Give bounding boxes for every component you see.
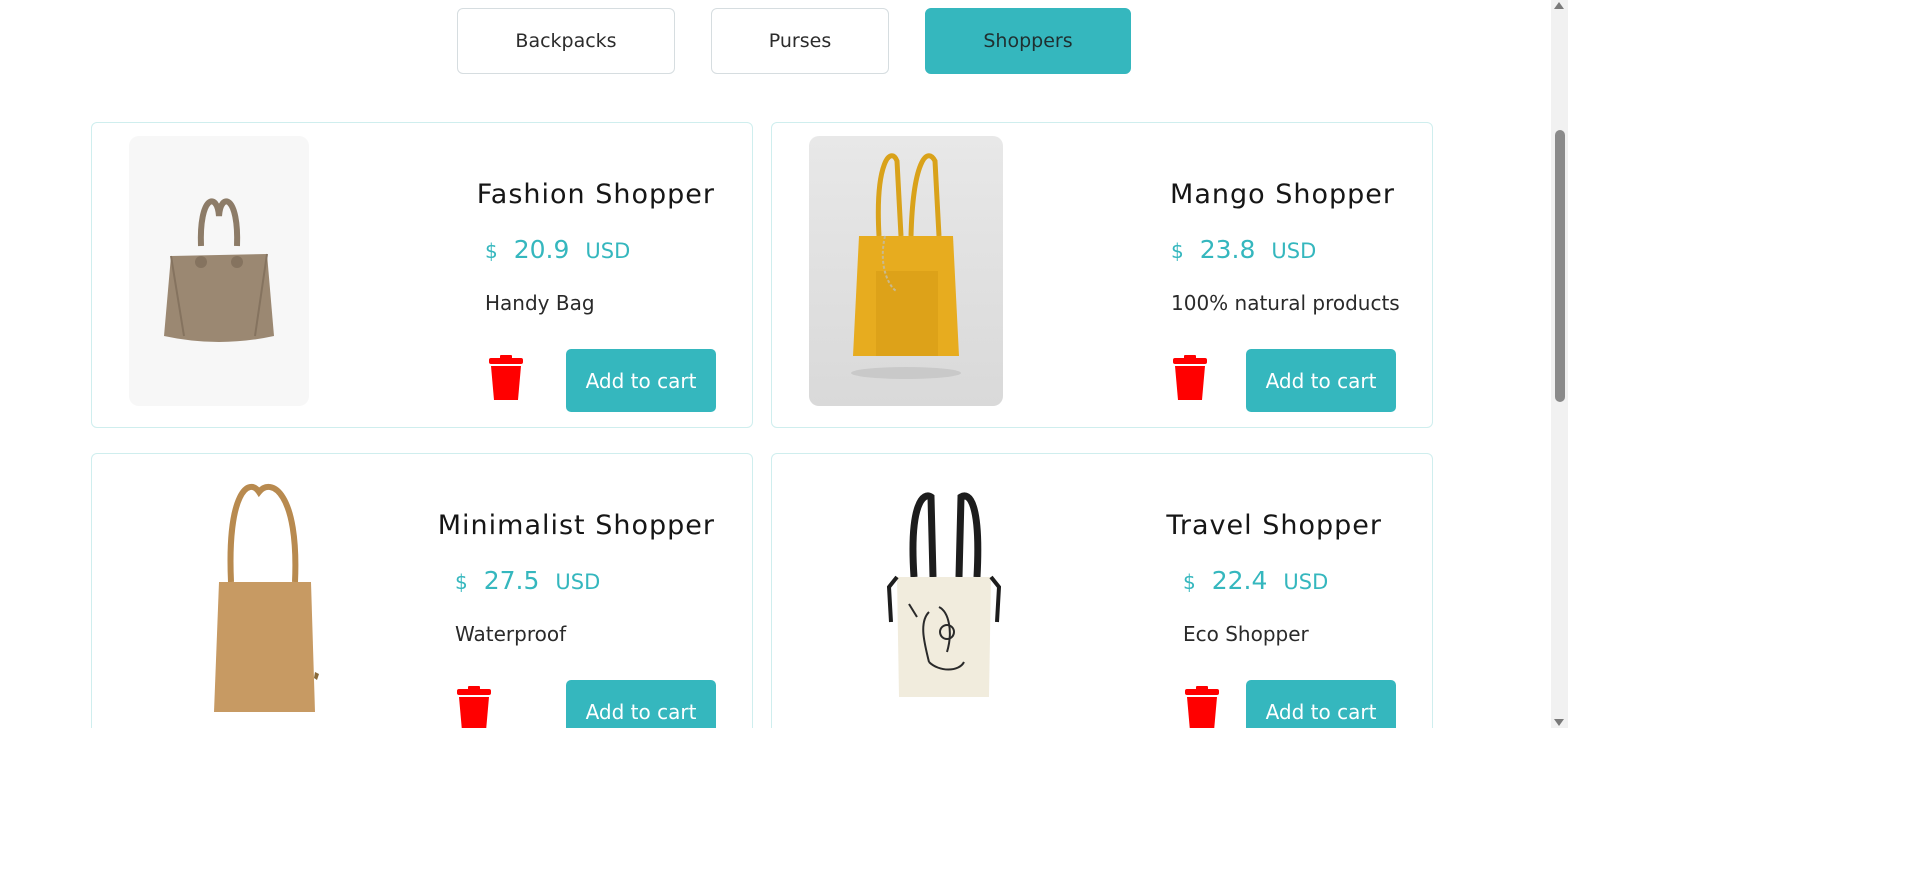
product-price: $ 27.5 USD: [455, 566, 600, 595]
product-name: Fashion Shopper: [476, 179, 715, 210]
scrollbar-thumb[interactable]: [1555, 130, 1565, 402]
add-to-cart-button[interactable]: Add to cart: [1246, 680, 1396, 728]
currency-symbol: $: [1171, 239, 1184, 263]
add-to-cart-button[interactable]: Add to cart: [1246, 349, 1396, 412]
product-description: Eco Shopper: [1183, 622, 1309, 646]
product-card: Travel Shopper $ 22.4 USD Eco Shopper Ad…: [771, 453, 1433, 728]
vertical-scrollbar[interactable]: [1551, 0, 1568, 728]
product-image: [129, 136, 309, 406]
product-image: [129, 467, 399, 728]
trash-icon[interactable]: [487, 355, 525, 401]
category-tabs: Backpacks Purses Shoppers: [457, 8, 1131, 74]
currency-symbol: $: [455, 570, 468, 594]
product-price: $ 23.8 USD: [1171, 235, 1316, 264]
product-price: $ 22.4 USD: [1183, 566, 1328, 595]
currency-code: USD: [1283, 570, 1329, 594]
product-image: [809, 136, 1003, 406]
currency-code: USD: [1271, 239, 1317, 263]
product-description: Handy Bag: [485, 291, 595, 315]
price-amount: 23.8: [1199, 235, 1256, 264]
scroll-up-arrow-icon[interactable]: [1554, 2, 1564, 9]
price-amount: 27.5: [483, 566, 540, 595]
product-description: Waterproof: [455, 622, 567, 646]
trash-icon[interactable]: [1183, 686, 1221, 728]
add-to-cart-button[interactable]: Add to cart: [566, 680, 716, 728]
product-name: Travel Shopper: [1166, 510, 1382, 541]
shop-page: Backpacks Purses Shoppers Fashion Shoppe…: [0, 0, 1568, 728]
price-amount: 22.4: [1211, 566, 1268, 595]
product-name: Mango Shopper: [1170, 179, 1395, 210]
product-card: Fashion Shopper $ 20.9 USD Handy Bag Add…: [91, 122, 753, 428]
currency-symbol: $: [1183, 570, 1196, 594]
currency-code: USD: [585, 239, 631, 263]
tab-backpacks[interactable]: Backpacks: [457, 8, 675, 74]
currency-symbol: $: [485, 239, 498, 263]
currency-code: USD: [555, 570, 601, 594]
price-amount: 20.9: [513, 235, 570, 264]
product-card: Mango Shopper $ 23.8 USD 100% natural pr…: [771, 122, 1433, 428]
product-name: Minimalist Shopper: [437, 510, 715, 541]
product-description: 100% natural products: [1171, 291, 1400, 315]
product-image: [809, 467, 1079, 728]
scroll-down-arrow-icon[interactable]: [1554, 719, 1564, 726]
add-to-cart-button[interactable]: Add to cart: [566, 349, 716, 412]
tab-shoppers[interactable]: Shoppers: [925, 8, 1131, 74]
tab-purses[interactable]: Purses: [711, 8, 889, 74]
product-price: $ 20.9 USD: [485, 235, 630, 264]
trash-icon[interactable]: [1171, 355, 1209, 401]
product-card: Minimalist Shopper $ 27.5 USD Waterproof…: [91, 453, 753, 728]
trash-icon[interactable]: [455, 686, 493, 728]
